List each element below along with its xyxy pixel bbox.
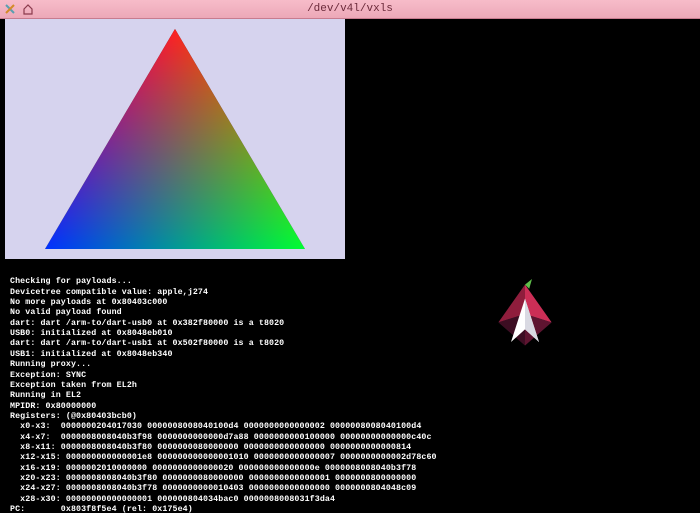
- titlebar: /dev/v4l/vxls: [0, 0, 700, 19]
- home-icon[interactable]: [22, 3, 34, 15]
- window-title: /dev/v4l/vxls: [0, 3, 700, 15]
- content-area: Checking for payloads... Devicetree comp…: [0, 19, 700, 513]
- asahi-logo-icon: [490, 279, 560, 349]
- window-menu-icon[interactable]: [4, 3, 16, 15]
- console-output: Checking for payloads... Devicetree comp…: [10, 277, 410, 513]
- gl-render-panel: [5, 19, 345, 259]
